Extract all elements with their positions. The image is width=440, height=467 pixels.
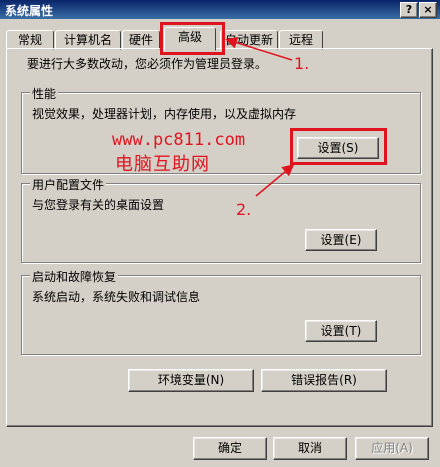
watermark-text: 电脑互助网: [115, 154, 210, 175]
step1-label: 1.: [294, 54, 310, 73]
tab-advanced[interactable]: 高级: [164, 27, 216, 51]
step2-label: 2.: [236, 200, 252, 219]
arrow-step1: [225, 36, 293, 61]
annotation-arrows: [225, 36, 295, 197]
watermark-url: www.pc811.com: [112, 130, 246, 150]
arrow-step2: [255, 164, 295, 197]
